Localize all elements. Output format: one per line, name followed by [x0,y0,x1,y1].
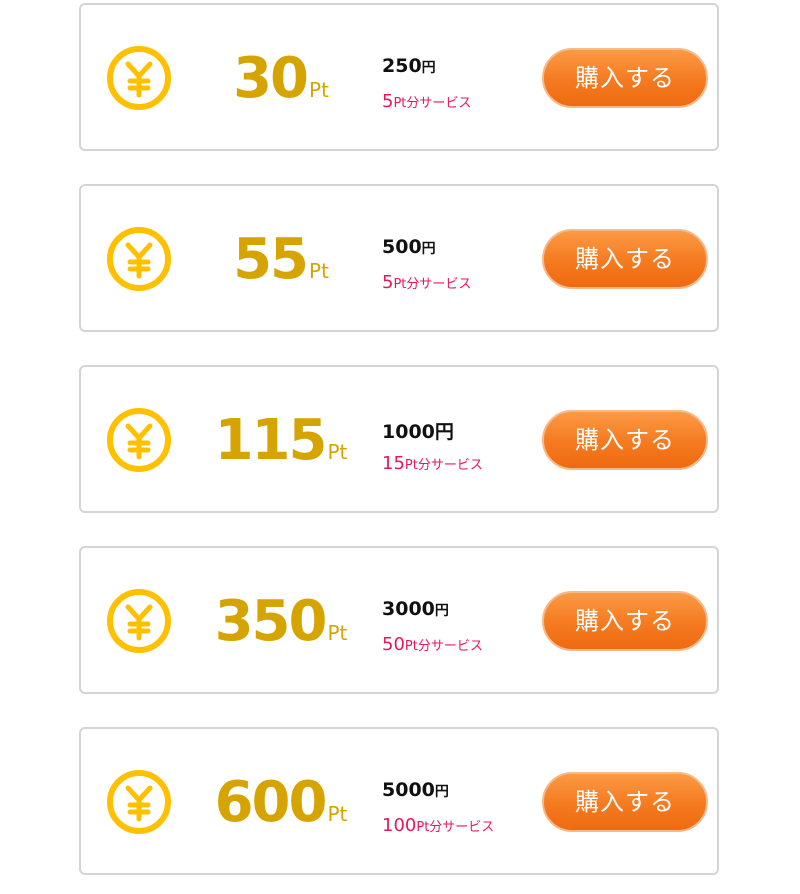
plan-card: 600 Pt 5000円 100Pt分サービス 購入する [79,727,719,875]
yen-coin-icon [106,45,172,111]
price: 500円 [382,236,436,258]
yen-coin-icon [106,407,172,473]
buy-button[interactable]: 購入する [542,410,708,470]
price-unit: 円 [434,603,449,619]
bonus-number: 50 [382,634,405,655]
price: 3000円 [382,598,449,620]
price-unit: 円 [434,421,454,443]
price-unit: 円 [421,241,436,257]
yen-coin-icon [106,588,172,654]
price: 250円 [382,55,436,77]
buy-button[interactable]: 購入する [542,772,708,832]
price-value: 5000 [382,779,435,801]
points-value: 350 [214,589,328,654]
points-amount: 30 Pt [181,49,381,109]
plan-card: 55 Pt 500円 5Pt分サービス 購入する [79,184,719,332]
points-value: 30 [233,46,309,111]
points-value: 115 [214,408,328,473]
price: 5000円 [382,779,449,801]
buy-button[interactable]: 購入する [542,229,708,289]
price-value: 250 [382,55,422,77]
points-value: 600 [214,770,328,835]
point-plan-list: 30 Pt 250円 5Pt分サービス 購入する 55 Pt 500円 5Pt分… [0,0,800,894]
bonus-service: 15Pt分サービス [382,453,483,474]
points-unit: Pt [309,259,329,283]
bonus-number: 15 [382,453,405,474]
bonus-text: Pt分サービス [393,277,472,292]
plan-card: 30 Pt 250円 5Pt分サービス 購入する [79,3,719,151]
points-unit: Pt [327,802,348,826]
bonus-number: 5 [382,272,394,293]
price-value: 1000 [382,421,435,443]
bonus-text: Pt分サービス [393,96,472,111]
points-amount: 350 Pt [181,592,381,652]
yen-coin-icon [106,769,172,835]
price-unit: 円 [421,60,436,76]
price-unit: 円 [434,784,449,800]
plan-card: 115 Pt 1000円 15Pt分サービス 購入する [79,365,719,513]
bonus-service: 100Pt分サービス [382,815,494,836]
price-value: 3000 [382,598,435,620]
bonus-text: Pt分サービス [404,639,483,654]
bonus-service: 50Pt分サービス [382,634,483,655]
bonus-text: Pt分サービス [404,458,483,473]
points-amount: 600 Pt [181,773,381,833]
bonus-service: 5Pt分サービス [382,272,471,293]
points-amount: 115 Pt [181,411,381,471]
bonus-service: 5Pt分サービス [382,91,471,112]
bonus-number: 5 [382,91,394,112]
plan-card: 350 Pt 3000円 50Pt分サービス 購入する [79,546,719,694]
points-unit: Pt [309,78,329,102]
yen-coin-icon [106,226,172,292]
points-value: 55 [233,227,309,292]
bonus-text: Pt分サービス [416,820,495,835]
points-unit: Pt [327,440,348,464]
buy-button[interactable]: 購入する [542,48,708,108]
points-amount: 55 Pt [181,230,381,290]
buy-button[interactable]: 購入する [542,591,708,651]
points-unit: Pt [327,621,348,645]
price-value: 500 [382,236,422,258]
price: 1000円 [382,417,454,444]
bonus-number: 100 [382,815,417,836]
